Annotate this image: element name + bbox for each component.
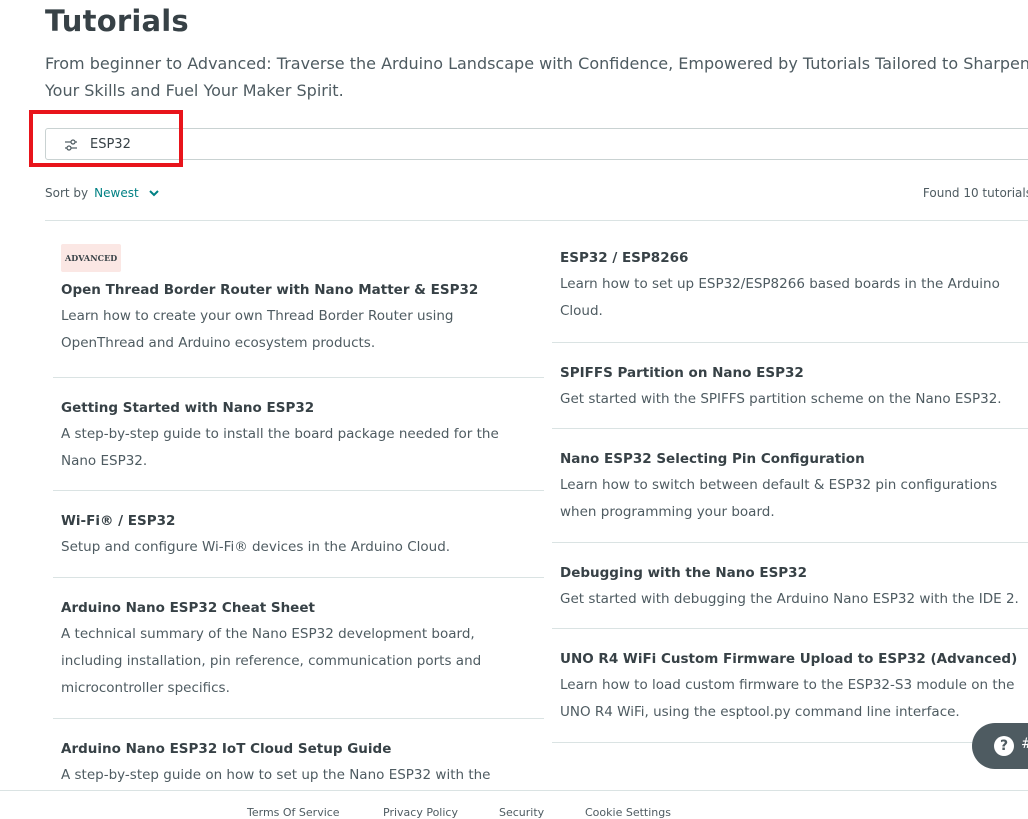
level-badge: ADVANCED [61,244,122,272]
sort-control: Sort by Newest [45,186,159,200]
divider [45,220,1028,221]
tutorial-title[interactable]: ESP32 / ESP8266 [560,248,1020,268]
tutorial-card[interactable]: Wi-Fi® / ESP32 Setup and configure Wi-Fi… [53,491,544,578]
results-count: Found 10 tutorials [922,186,1028,200]
footer-link-privacy[interactable]: Privacy Policy [383,806,458,819]
tutorial-title[interactable]: SPIFFS Partition on Nano ESP32 [560,363,1020,383]
tutorial-card[interactable]: UNO R4 WiFi Custom Firmware Upload to ES… [552,629,1028,743]
tutorial-title[interactable]: Arduino Nano ESP32 Cheat Sheet [61,598,536,618]
tutorial-description: Learn how to set up ESP32/ESP8266 based … [560,276,1000,319]
sort-label: Sort by [45,186,89,200]
tutorial-column-left: ADVANCED Open Thread Border Router with … [53,236,544,799]
tutorial-description: A step-by-step guide on how to set up th… [61,767,491,783]
tutorial-card[interactable]: Arduino Nano ESP32 Cheat Sheet A technic… [53,578,544,719]
page-description: From beginner to Advanced: Traverse the … [45,54,1028,100]
tutorial-title[interactable]: Getting Started with Nano ESP32 [61,398,536,418]
search-filter-input[interactable]: ESP32 [45,128,1028,160]
tutorial-description: Get started with the SPIFFS partition sc… [560,391,1002,407]
tutorial-title[interactable]: UNO R4 WiFi Custom Firmware Upload to ES… [560,649,1020,669]
tutorial-card[interactable]: Nano ESP32 Selecting Pin Configuration L… [552,429,1028,543]
footer-link-security[interactable]: Security [499,806,544,819]
tutorial-card[interactable]: Debugging with the Nano ESP32 Get starte… [552,543,1028,629]
tutorial-description: Learn how to load custom firmware to the… [560,677,1015,720]
tutorial-column-right: ESP32 / ESP8266 Learn how to set up ESP3… [552,236,1028,743]
footer: Terms Of Service Privacy Policy Security… [0,790,1028,819]
tutorial-title[interactable]: Nano ESP32 Selecting Pin Configuration [560,449,1020,469]
sliders-icon[interactable] [64,138,78,152]
tutorial-card[interactable]: Arduino Nano ESP32 IoT Cloud Setup Guide… [53,719,544,799]
page-title: Tutorials [45,4,189,38]
tutorial-description: A step-by-step guide to install the boar… [61,426,499,469]
tutorial-title[interactable]: Arduino Nano ESP32 IoT Cloud Setup Guide [61,739,536,759]
tutorial-description: Get started with debugging the Arduino N… [560,591,1019,607]
tutorial-description: Learn how to create your own Thread Bord… [61,308,454,351]
tutorial-title[interactable]: Wi-Fi® / ESP32 [61,511,536,531]
tutorial-card[interactable]: SPIFFS Partition on Nano ESP32 Get start… [552,343,1028,429]
tutorial-card[interactable]: Getting Started with Nano ESP32 A step-b… [53,378,544,491]
tutorial-description: Learn how to switch between default & ES… [560,477,998,520]
footer-link-terms[interactable]: Terms Of Service [247,806,340,819]
question-icon[interactable]: ? [994,736,1014,756]
tutorial-title[interactable]: Debugging with the Nano ESP32 [560,563,1020,583]
help-label[interactable]: # [1021,736,1028,752]
tutorial-card[interactable]: ADVANCED Open Thread Border Router with … [53,236,544,378]
footer-link-cookie-settings[interactable]: Cookie Settings [585,806,671,819]
tutorial-description: A technical summary of the Nano ESP32 de… [61,626,482,696]
help-button[interactable]: ? # [972,723,1028,769]
tutorial-description: Setup and configure Wi-Fi® devices in th… [61,539,451,555]
tutorial-card[interactable]: ESP32 / ESP8266 Learn how to set up ESP3… [552,236,1028,343]
sort-dropdown[interactable]: Newest [94,186,139,200]
chevron-down-icon[interactable] [148,190,159,197]
filter-value[interactable]: ESP32 [90,137,131,152]
tutorial-title[interactable]: Open Thread Border Router with Nano Matt… [61,280,536,300]
